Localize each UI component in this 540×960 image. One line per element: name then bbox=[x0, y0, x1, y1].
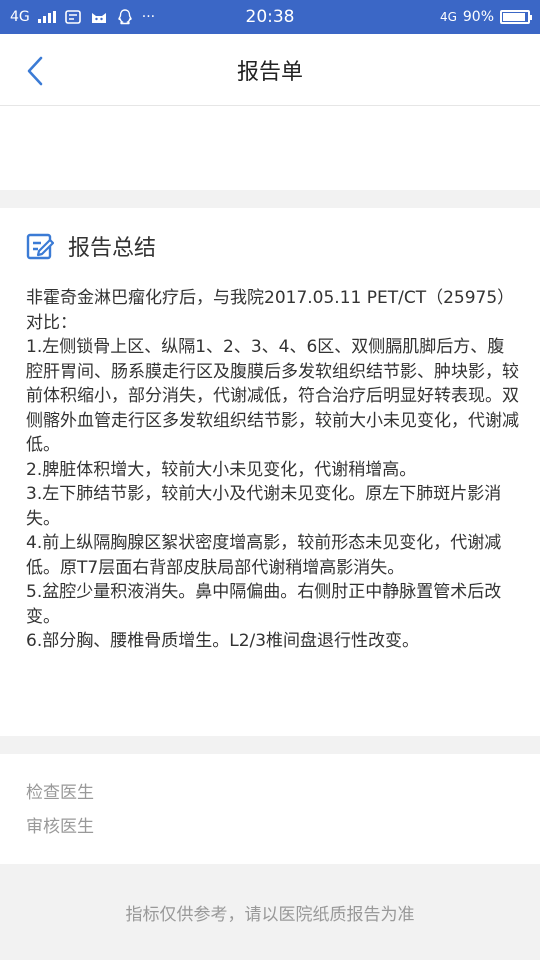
summary-header: 报告总结 bbox=[26, 230, 520, 262]
network-label-right: 4G bbox=[439, 10, 457, 24]
status-bar: 4G ··· 20:38 4G 90% bbox=[0, 0, 540, 34]
summary-line: 6.部分胸、腰椎骨质增生。L2/3椎间盘退行性改变。 bbox=[26, 631, 420, 651]
app-notification-icon bbox=[64, 9, 82, 25]
page-title: 报告单 bbox=[236, 59, 303, 85]
battery-percent: 90% bbox=[462, 9, 494, 25]
summary-body: 非霍奇金淋巴瘤化疗后，与我院2017.05.11 PET/CT（25975）对比… bbox=[26, 286, 520, 654]
report-header-blank bbox=[0, 106, 540, 190]
examining-doctor-label: 检查医生 bbox=[26, 783, 94, 803]
status-left: 4G ··· bbox=[10, 9, 155, 25]
summary-line: 3.左下肺结节影，较前大小及代谢未见变化。原左下肺斑片影消失。 bbox=[26, 484, 502, 529]
more-dots-icon: ··· bbox=[141, 9, 156, 25]
qq-app-icon bbox=[116, 9, 134, 25]
battery-fill bbox=[503, 13, 525, 21]
edit-report-icon bbox=[26, 233, 54, 260]
network-label-left: 4G bbox=[10, 9, 30, 25]
chevron-left-icon bbox=[27, 56, 43, 86]
nav-bar: 报告单 bbox=[0, 34, 540, 106]
reviewing-doctor-label: 审核医生 bbox=[26, 817, 94, 837]
summary-line: 4.前上纵隔胸腺区絮状密度增高影，较前形态未见变化，代谢减低。原T7层面右背部皮… bbox=[26, 533, 502, 578]
summary-line: 5.盆腔少量积液消失。鼻中隔偏曲。右侧肘正中静脉置管术后改变。 bbox=[26, 582, 502, 627]
summary-title: 报告总结 bbox=[68, 236, 157, 261]
signal-icon bbox=[37, 11, 56, 23]
battery-icon bbox=[500, 10, 532, 24]
summary-line: 1.左侧锁骨上区、纵隔1、2、3、4、6区、双侧膈肌脚后方、腹腔肝胃间、肠系膜走… bbox=[26, 337, 519, 455]
footer-note: 指标仅供参考，请以医院纸质报告为准 bbox=[125, 905, 415, 925]
back-button[interactable] bbox=[20, 54, 50, 88]
doctor-card: 检查医生 审核医生 bbox=[0, 754, 540, 864]
summary-card: 报告总结 非霍奇金淋巴瘤化疗后，与我院2017.05.11 PET/CT（259… bbox=[0, 208, 540, 736]
cat-app-icon bbox=[90, 9, 108, 25]
summary-line: 2.脾脏体积增大，较前大小未见变化，代谢稍增高。 bbox=[26, 459, 417, 480]
summary-line: 非霍奇金淋巴瘤化疗后，与我院2017.05.11 PET/CT（25975）对比… bbox=[26, 288, 515, 333]
status-right: 4G 90% bbox=[439, 9, 532, 25]
